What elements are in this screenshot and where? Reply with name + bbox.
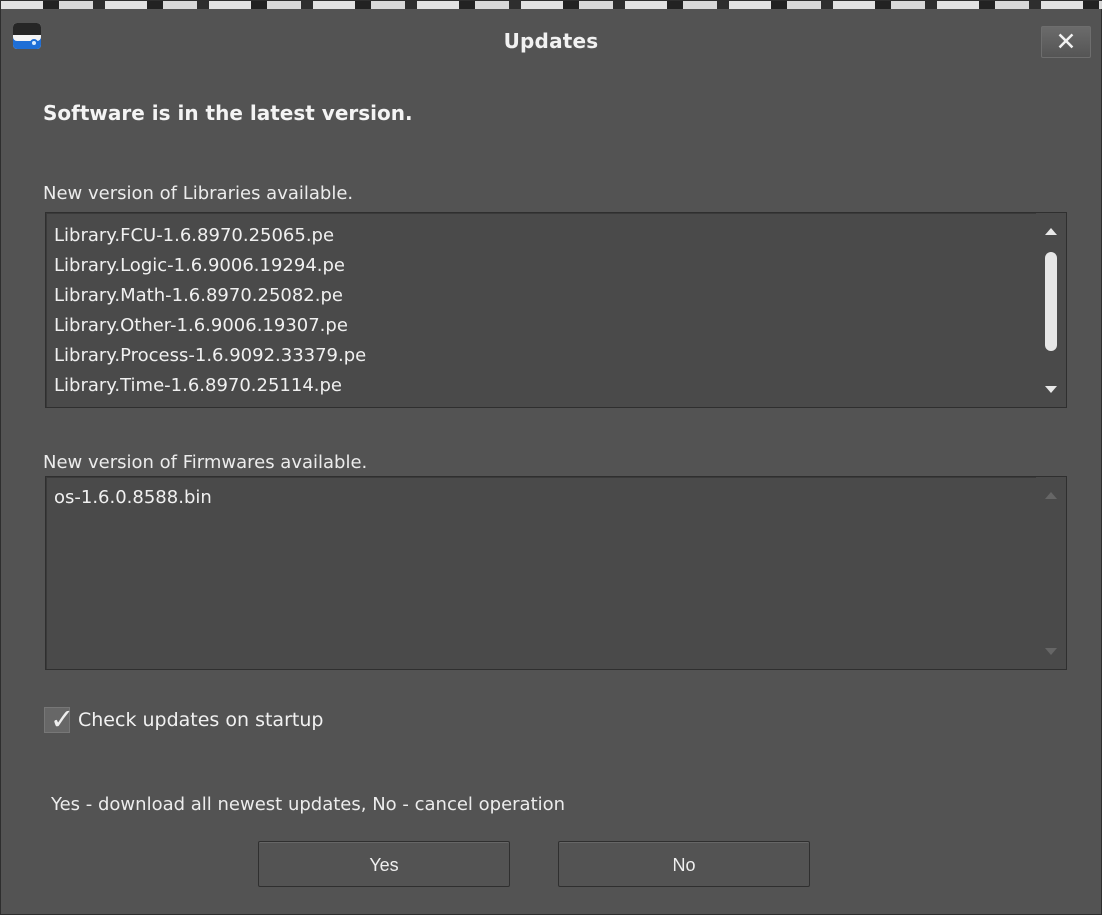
list-item[interactable]: Library.Math-1.6.8970.25082.pe <box>54 281 1032 311</box>
title-bar[interactable]: Updates ✕ <box>1 9 1101 71</box>
scroll-down-icon[interactable] <box>1045 386 1057 393</box>
firmwares-section-label: New version of Firmwares available. <box>43 452 368 473</box>
check-updates-checkbox[interactable]: ✓ <box>44 705 74 734</box>
list-item[interactable]: Library.Logic-1.6.9006.19294.pe <box>54 251 1032 281</box>
firmwares-items: os-1.6.0.8588.bin <box>54 483 1032 513</box>
no-button[interactable]: No <box>558 841 810 887</box>
window-title: Updates <box>503 29 599 53</box>
list-item[interactable]: Library.Process-1.6.9092.33379.pe <box>54 341 1032 371</box>
update-status-message: Software is in the latest version. <box>43 101 413 125</box>
checkmark-icon: ✓ <box>50 702 75 736</box>
updates-dialog: Updates ✕ Software is in the latest vers… <box>0 0 1102 915</box>
check-updates-label[interactable]: Check updates on startup <box>78 709 323 731</box>
scroll-down-icon <box>1045 648 1057 655</box>
libraries-items: Library.FCU-1.6.8970.25065.pe Library.Lo… <box>54 221 1032 401</box>
libraries-list[interactable]: Library.FCU-1.6.8970.25065.pe Library.Lo… <box>45 212 1067 408</box>
scroll-up-icon[interactable] <box>1045 228 1057 235</box>
firmwares-scrollbar <box>1036 477 1066 669</box>
list-item[interactable]: Library.Time-1.6.8970.25114.pe <box>54 371 1032 401</box>
list-item[interactable]: Library.Other-1.6.9006.19307.pe <box>54 311 1032 341</box>
yes-button[interactable]: Yes <box>258 841 510 887</box>
list-item[interactable]: os-1.6.0.8588.bin <box>54 483 1032 513</box>
list-item[interactable]: Library.FCU-1.6.8970.25065.pe <box>54 221 1032 251</box>
footer-hint: Yes - download all newest updates, No - … <box>51 794 566 815</box>
scroll-up-icon <box>1045 492 1057 499</box>
firmwares-list[interactable]: os-1.6.0.8588.bin <box>45 476 1067 670</box>
libraries-scrollbar[interactable] <box>1036 213 1066 407</box>
libraries-scroll-thumb[interactable] <box>1045 252 1057 351</box>
close-button[interactable]: ✕ <box>1041 26 1091 58</box>
check-updates-option[interactable]: ✓ Check updates on startup <box>44 704 323 736</box>
window-top-edge <box>1 1 1102 9</box>
close-icon: ✕ <box>1055 27 1077 56</box>
libraries-section-label: New version of Libraries available. <box>43 183 354 204</box>
